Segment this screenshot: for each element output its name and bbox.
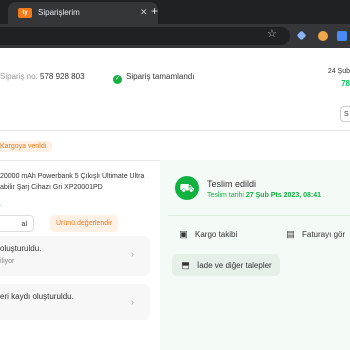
product-action-button[interactable]: al xyxy=(0,215,34,232)
delivery-date-value: 27 Şub Pts 2023, 08:41 xyxy=(245,192,322,199)
product-name[interactable]: 20000 mAh Powerbank 5 Çıkışlı Ultimate U… xyxy=(0,171,150,193)
browser-tab[interactable]: ty Siparişlerim ✕ xyxy=(8,2,158,24)
delivery-title: Teslim edildi xyxy=(207,179,257,189)
truck-icon: ▣ xyxy=(179,229,188,239)
order-more-button[interactable]: S xyxy=(340,106,350,122)
order-price: 78 xyxy=(341,79,350,88)
document-icon: ▤ xyxy=(286,229,295,239)
delivery-truck-icon: ⛟ xyxy=(175,176,199,200)
order-number: Sipariş no: 578 928 803 xyxy=(0,72,85,81)
cargo-tracking-label: Kargo takibi xyxy=(195,230,238,239)
browser-toolbar: ☆ xyxy=(0,24,350,48)
close-tab-icon[interactable]: ✕ xyxy=(140,7,148,18)
divider xyxy=(0,130,350,131)
delivery-date-label: Teslim tarihi xyxy=(207,192,244,199)
event-title: eri kaydı oluşturuldu. xyxy=(0,292,74,301)
address-bar[interactable] xyxy=(0,27,290,45)
order-event-card[interactable]: oluşturuldu. iliyor › xyxy=(0,236,150,276)
extension-icon[interactable] xyxy=(318,31,328,41)
divider xyxy=(168,215,350,216)
delivery-date: Teslim tarihi 27 Şub Pts 2023, 08:41 xyxy=(207,192,321,199)
product-tag: L xyxy=(0,201,1,208)
order-number-value: 578 928 803 xyxy=(40,72,85,81)
cargo-tracking-button[interactable]: ▣ Kargo takibi xyxy=(178,223,237,245)
chevron-right-icon: › xyxy=(131,297,134,307)
return-box-icon: ⬒ xyxy=(181,260,190,270)
order-number-label: Sipariş no: xyxy=(0,72,38,81)
order-date: 24 Şub xyxy=(327,68,350,75)
trendyol-favicon-icon: ty xyxy=(18,8,32,18)
shipment-status-chip: Kargoya verildi xyxy=(0,141,53,152)
order-status: ✓ Sipariş tamamlandı xyxy=(113,72,194,84)
tab-title: Siparişlerim xyxy=(38,8,80,17)
returns-label: İade ve diğer talepler xyxy=(197,261,272,270)
order-event-card[interactable]: eri kaydı oluşturuldu. › xyxy=(0,284,150,320)
delivery-panel: ⛟ Teslim edildi Teslim tarihi 27 Şub Pts… xyxy=(160,160,350,350)
event-title: oluşturuldu. xyxy=(0,244,42,253)
extension-icon[interactable] xyxy=(296,30,307,41)
order-status-text: Sipariş tamamlandı xyxy=(126,72,195,81)
view-invoice-label: Faturayı gör xyxy=(302,230,346,239)
returns-button[interactable]: ⬒ İade ve diğer talepler xyxy=(172,254,280,276)
check-circle-icon: ✓ xyxy=(113,75,122,84)
review-product-button[interactable]: Ürünü değerlendir xyxy=(50,215,119,232)
extension-icon[interactable] xyxy=(337,31,347,41)
bookmark-star-icon[interactable]: ☆ xyxy=(267,27,277,40)
new-tab-icon[interactable]: + xyxy=(151,5,158,17)
browser-tab-strip: ty Siparişlerim ✕ + xyxy=(0,0,350,24)
view-invoice-button[interactable]: ▤ Faturayı gör xyxy=(285,223,345,245)
order-detail-page: Sipariş no: 578 928 803 ✓ Sipariş tamamla… xyxy=(0,48,350,350)
chevron-right-icon: › xyxy=(131,249,134,259)
event-subtitle: iliyor xyxy=(0,258,15,265)
